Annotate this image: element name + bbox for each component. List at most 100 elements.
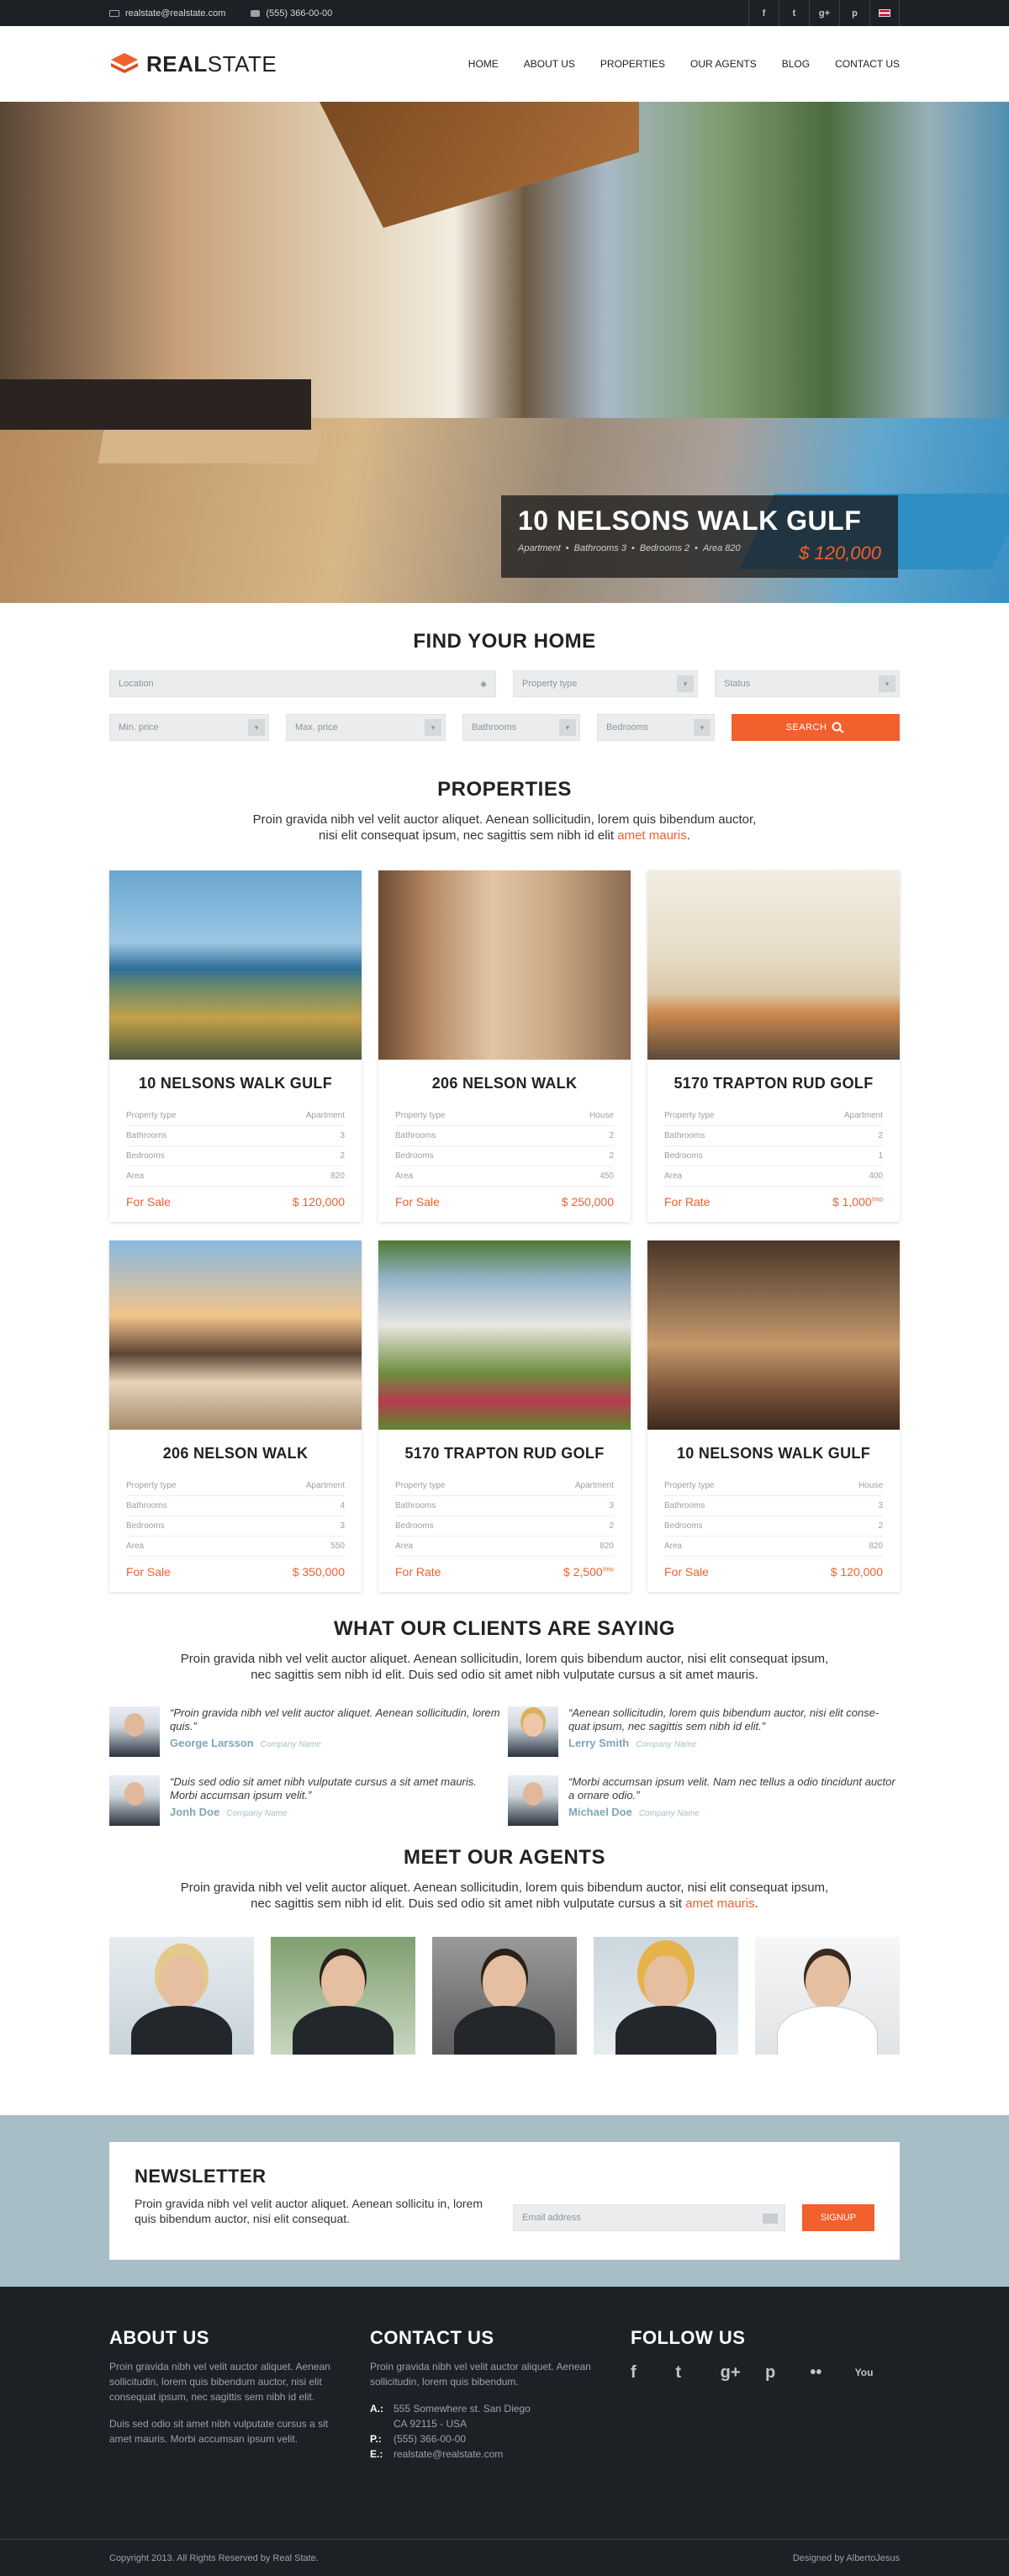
testimonials-grid: “Proin gravida nibh vel velit auctor ali… <box>109 1706 900 1844</box>
property-name[interactable]: 10 NELSONS WALK GULF <box>647 1445 900 1463</box>
bathrooms-select[interactable]: Bathrooms ▾ <box>462 714 580 741</box>
min-price-select[interactable]: Min. price ▾ <box>109 714 269 741</box>
property-name[interactable]: 5170 TRAPTON RUD GOLF <box>647 1075 900 1092</box>
property-footer: For Sale $ 120,000 <box>664 1565 883 1579</box>
testimonial-author: Michael Doe Company Name <box>568 1806 900 1818</box>
properties-grid: 10 NELSONS WALK GULF Property type Apartme… <box>109 870 900 1611</box>
footer-contact: CONTACT US Proin gravida nibh vel velit … <box>370 2327 631 2462</box>
designer-text[interactable]: Designed by AlbertoJesus <box>793 2553 900 2563</box>
search-button-label: SEARCH <box>785 722 827 733</box>
hero-slider[interactable]: 10 NELSONS WALK GULF Apartment • Bathrooms… <box>0 102 1009 603</box>
property-footer: For Sale $ 250,000 <box>395 1195 614 1209</box>
facebook-icon[interactable]: f <box>631 2362 655 2383</box>
search-button[interactable]: SEARCH <box>732 714 900 741</box>
twitter-icon[interactable]: t <box>675 2362 700 2383</box>
max-price-select[interactable]: Max. price ▾ <box>286 714 446 741</box>
property-type-select[interactable]: Property type ▾ <box>513 670 698 697</box>
detail-label: Bathrooms <box>664 1125 788 1146</box>
testimonial-author: Lerry Smith Company Name <box>568 1737 900 1749</box>
nav-contact[interactable]: CONTACT US <box>835 58 900 70</box>
email-input[interactable]: Email address <box>513 2204 785 2231</box>
property-photo[interactable] <box>109 870 362 1060</box>
author-name[interactable]: Lerry Smith <box>568 1737 629 1749</box>
properties-lead-link[interactable]: amet mauris <box>617 828 687 843</box>
logo[interactable]: REAL STATE <box>109 51 277 77</box>
property-photo[interactable] <box>378 870 631 1060</box>
agent-photo[interactable] <box>271 1937 415 2055</box>
agents-lead-link[interactable]: amet mauris <box>685 1896 755 1911</box>
property-status: For Rate <box>395 1565 441 1579</box>
property-footer: For Rate $ 2,500/mo <box>395 1565 614 1579</box>
detail-value: 400 <box>787 1166 883 1187</box>
pinterest-icon[interactable]: p <box>839 0 869 26</box>
property-name[interactable]: 206 NELSON WALK <box>378 1075 631 1092</box>
email-label: E.: <box>370 2448 383 2460</box>
search-icon <box>832 722 845 733</box>
price-suffix: /mo <box>602 1565 614 1574</box>
agent-photo[interactable] <box>755 1937 900 2055</box>
property-photo[interactable] <box>378 1240 631 1430</box>
property-card[interactable]: 5170 TRAPTON RUD GOLF Property type Apartm… <box>647 870 900 1222</box>
address-line-1: 555 Somewhere st. San Diego <box>394 2403 531 2415</box>
facebook-icon[interactable]: f <box>748 0 779 26</box>
newsletter-band: NEWSLETTER Proin gravida nibh vel velit … <box>0 2115 1009 2287</box>
googleplus-icon[interactable]: g+ <box>809 0 839 26</box>
detail-value: 450 <box>541 1166 614 1187</box>
property-name[interactable]: 5170 TRAPTON RUD GOLF <box>378 1445 631 1463</box>
footer-social: f t g+ p •• You <box>631 2362 900 2383</box>
top-email[interactable]: realstate@realstate.com <box>109 8 225 19</box>
agent-photo[interactable] <box>432 1937 577 2055</box>
property-card[interactable]: 206 NELSON WALK Property type House Bathroo… <box>378 870 631 1222</box>
property-name[interactable]: 10 NELSONS WALK GULF <box>109 1075 362 1092</box>
language-flag-icon[interactable] <box>869 0 900 26</box>
footer-address: A.: 555 Somewhere st. San Diego CA 92115 -… <box>370 2401 631 2431</box>
header: REAL STATE HOME ABOUT US PROPERTIES OUR A… <box>0 26 1009 102</box>
property-photo[interactable] <box>647 1240 900 1430</box>
author-name[interactable]: Jonh Doe <box>170 1806 219 1818</box>
detail-label: Property type <box>126 1476 250 1496</box>
nav-home[interactable]: HOME <box>468 58 499 70</box>
author-company: Company Name <box>260 1740 321 1749</box>
footer-email-text[interactable]: realstate@realstate.com <box>394 2446 503 2462</box>
detail-value: 2 <box>541 1125 614 1146</box>
author-name[interactable]: Michael Doe <box>568 1806 632 1818</box>
property-card[interactable]: 206 NELSON WALK Property type Apartment Bat… <box>109 1240 362 1592</box>
top-phone-text: (555) 366-00-00 <box>266 8 333 19</box>
property-price: $ 120,000 <box>831 1565 883 1579</box>
phone-icon <box>251 9 261 17</box>
nav-agents[interactable]: OUR AGENTS <box>690 58 757 70</box>
property-photo[interactable] <box>109 1240 362 1430</box>
detail-value: 820 <box>811 1536 883 1557</box>
property-details: Property type House Bathrooms 2 Bedrooms 2 Are… <box>395 1106 614 1187</box>
googleplus-icon[interactable]: g+ <box>721 2362 745 2383</box>
nav-about[interactable]: ABOUT US <box>524 58 575 70</box>
property-status: For Sale <box>395 1195 440 1209</box>
logo-rest-text: STATE <box>207 50 277 77</box>
signup-button[interactable]: SIGNUP <box>802 2204 874 2231</box>
property-price: $ 350,000 <box>293 1565 345 1579</box>
location-input[interactable]: Location ◉ <box>109 670 496 697</box>
hero-caption[interactable]: 10 NELSONS WALK GULF Apartment • Bathrooms… <box>501 495 898 578</box>
footer-contact-title: CONTACT US <box>370 2327 494 2348</box>
twitter-icon[interactable]: t <box>779 0 809 26</box>
agent-photo[interactable] <box>594 1937 738 2055</box>
status-select[interactable]: Status ▾ <box>715 670 900 697</box>
property-card[interactable]: 5170 TRAPTON RUD GOLF Property type Apartm… <box>378 1240 631 1592</box>
nav-properties[interactable]: PROPERTIES <box>600 58 665 70</box>
youtube-icon[interactable]: You <box>855 2362 880 2383</box>
property-photo[interactable] <box>647 870 900 1060</box>
property-name[interactable]: 206 NELSON WALK <box>109 1445 362 1463</box>
max-price-label: Max. price <box>295 722 338 733</box>
author-name[interactable]: George Larsson <box>170 1737 254 1749</box>
hero-meta-type: Apartment <box>518 543 561 553</box>
nav-blog[interactable]: BLOG <box>782 58 810 70</box>
property-card[interactable]: 10 NELSONS WALK GULF Property type House Ba… <box>647 1240 900 1592</box>
properties-section: PROPERTIES Proin gravida nibh vel velit … <box>0 741 1009 1611</box>
agent-photo[interactable] <box>109 1937 254 2055</box>
newsletter-text: Proin gravida nibh vel velit auctor aliq… <box>135 2197 483 2225</box>
detail-label: Property type <box>664 1476 811 1496</box>
pinterest-icon[interactable]: p <box>765 2362 790 2383</box>
property-card[interactable]: 10 NELSONS WALK GULF Property type Apartme… <box>109 870 362 1222</box>
bedrooms-select[interactable]: Bedrooms ▾ <box>597 714 715 741</box>
flickr-icon[interactable]: •• <box>810 2362 834 2383</box>
